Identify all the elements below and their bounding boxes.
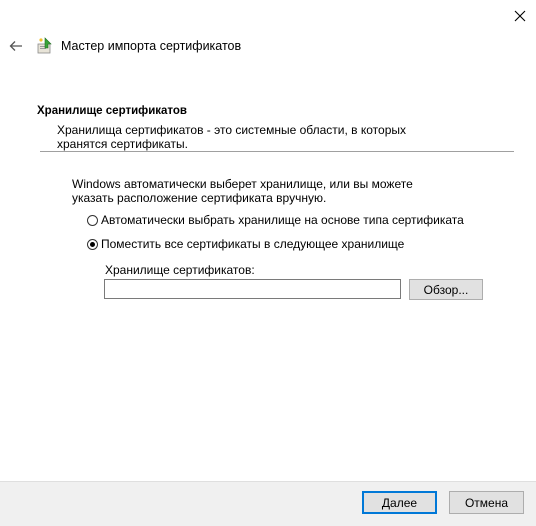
header-divider — [40, 151, 514, 152]
radio-auto-label: Автоматически выбрать хранилище на основ… — [101, 213, 464, 227]
next-button[interactable]: Далее — [362, 491, 437, 514]
radio-auto-select-store[interactable]: Автоматически выбрать хранилище на основ… — [87, 213, 464, 227]
close-icon — [514, 10, 526, 22]
section-title: Хранилище сертификатов — [37, 105, 187, 117]
section-description: Хранилища сертификатов - это системные о… — [57, 123, 406, 151]
browse-button[interactable]: Обзор... — [409, 279, 483, 300]
certificate-store-input[interactable] — [104, 279, 401, 299]
radio-place-in-store[interactable]: Поместить все сертификаты в следующее хр… — [87, 237, 404, 251]
cancel-button[interactable]: Отмена — [449, 491, 524, 514]
certificate-wizard-icon — [37, 37, 52, 54]
back-arrow-icon — [9, 41, 22, 51]
intro-text: Windows автоматически выберет хранилище,… — [72, 177, 413, 205]
close-button[interactable] — [507, 4, 533, 28]
wizard-title: Мастер импорта сертификатов — [61, 39, 242, 53]
radio-manual-label: Поместить все сертификаты в следующее хр… — [101, 237, 405, 251]
radio-button-manual[interactable] — [87, 238, 98, 250]
wizard-footer: Далее Отмена — [0, 481, 536, 526]
store-field-label: Хранилище сертификатов: — [105, 263, 255, 277]
certificate-import-wizard-window: Мастер импорта сертификатов Хранилище се… — [0, 0, 536, 526]
radio-button-auto[interactable] — [87, 214, 98, 226]
back-button[interactable] — [6, 36, 26, 56]
